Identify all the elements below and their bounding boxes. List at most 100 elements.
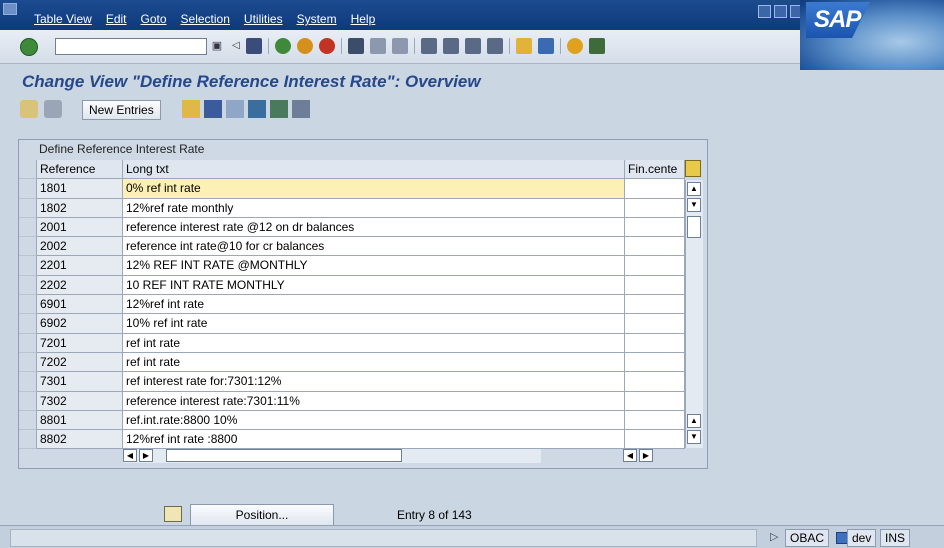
horizontal-scrollbar[interactable]: ◀ ▶	[123, 449, 541, 463]
scroll-right-icon[interactable]: ▶	[139, 449, 153, 462]
table-row[interactable]: 7302 reference interest rate:7301:11%	[19, 391, 685, 411]
long-text-cell[interactable]: 0% ref int rate	[123, 179, 625, 199]
column-scrollbar[interactable]: ◀ ▶	[623, 449, 657, 463]
menu-system[interactable]: System	[297, 12, 337, 26]
maximize-icon[interactable]	[774, 5, 787, 18]
long-text-cell[interactable]: reference interest rate @12 on dr balanc…	[123, 217, 625, 238]
next-page-icon[interactable]	[465, 38, 481, 54]
long-text-cell[interactable]: ref int rate	[123, 352, 625, 373]
scroll-left-icon[interactable]: ◀	[123, 449, 137, 462]
menu-goto[interactable]: Goto	[141, 12, 167, 26]
table-row[interactable]: 8802 12%ref int rate :8800	[19, 430, 685, 450]
row-select-button[interactable]	[19, 352, 37, 373]
menu-table-view[interactable]: Table View	[34, 12, 92, 26]
table-row[interactable]: 8801 ref.int.rate:8800 10%	[19, 410, 685, 431]
table-row[interactable]: 6901 12%ref int rate	[19, 295, 685, 315]
back-icon[interactable]	[275, 38, 291, 54]
fin-center-cell[interactable]	[625, 314, 685, 334]
insert-mode[interactable]: INS	[880, 529, 911, 547]
deselect-all-icon[interactable]	[292, 100, 310, 118]
column-header-reference[interactable]: Reference	[37, 160, 123, 180]
copy-as-icon[interactable]	[182, 100, 200, 118]
menu-selection[interactable]: Selection	[181, 12, 230, 26]
long-text-cell[interactable]: 12%ref int rate :8800	[123, 430, 625, 450]
table-row[interactable]: 7202 ref int rate	[19, 352, 685, 373]
scroll-down-icon[interactable]: ▼	[687, 198, 701, 212]
find-next-icon[interactable]	[392, 38, 408, 54]
table-row[interactable]: 1802 12%ref rate monthly	[19, 198, 685, 218]
table-row[interactable]: 7201 ref int rate	[19, 333, 685, 353]
scroll-left-icon[interactable]: ◀	[623, 449, 637, 462]
fin-center-cell[interactable]	[625, 391, 685, 411]
column-header-fin-center[interactable]: Fin.cente	[625, 160, 685, 180]
table-row[interactable]: 6902 10% ref int rate	[19, 314, 685, 334]
row-select-button[interactable]	[19, 314, 37, 334]
last-page-icon[interactable]	[487, 38, 503, 54]
row-select-button[interactable]	[19, 333, 37, 353]
scroll-down-icon[interactable]: ▼	[687, 430, 701, 444]
row-select-button[interactable]	[19, 198, 37, 218]
menu-utilities[interactable]: Utilities	[244, 12, 283, 26]
fin-center-cell[interactable]	[625, 237, 685, 257]
fin-center-cell[interactable]	[625, 179, 685, 199]
print-icon[interactable]	[348, 38, 364, 54]
vertical-scrollbar[interactable]: ▲ ▼ ▲ ▼	[685, 180, 703, 448]
row-select-button[interactable]	[19, 372, 37, 392]
layout-menu-icon[interactable]	[589, 38, 605, 54]
find-icon[interactable]	[370, 38, 386, 54]
row-select-button[interactable]	[19, 430, 37, 450]
fin-center-cell[interactable]	[625, 333, 685, 353]
long-text-cell[interactable]: 12% REF INT RATE @MONTHLY	[123, 256, 625, 276]
select-block-icon[interactable]	[270, 100, 288, 118]
row-select-button[interactable]	[19, 217, 37, 238]
fin-center-cell[interactable]	[625, 295, 685, 315]
table-row[interactable]: 2201 12% REF INT RATE @MONTHLY	[19, 256, 685, 276]
row-select-button[interactable]	[19, 237, 37, 257]
back-arrow-icon[interactable]: ◁	[232, 38, 240, 54]
table-row[interactable]: 2202 10 REF INT RATE MONTHLY	[19, 275, 685, 296]
long-text-cell[interactable]: ref interest rate for:7301:12%	[123, 372, 625, 392]
fin-center-cell[interactable]	[625, 372, 685, 392]
table-row[interactable]: 1801 0% ref int rate	[19, 179, 685, 199]
find-icon[interactable]	[44, 100, 62, 118]
long-text-cell[interactable]: 10% ref int rate	[123, 314, 625, 334]
table-row[interactable]: 2002 reference int rate@10 for cr balance…	[19, 237, 685, 257]
fin-center-cell[interactable]	[625, 430, 685, 450]
previous-page-icon[interactable]	[443, 38, 459, 54]
status-expand-icon[interactable]: ▷	[770, 530, 778, 543]
edit-display-icon[interactable]	[20, 100, 38, 118]
exit-icon[interactable]	[297, 38, 313, 54]
command-history-icon[interactable]: ▣	[206, 38, 228, 55]
column-header-long-text[interactable]: Long txt	[123, 160, 625, 180]
long-text-cell[interactable]: 12%ref int rate	[123, 295, 625, 315]
row-select-button[interactable]	[19, 275, 37, 296]
table-row[interactable]: 2001 reference interest rate @12 on dr ba…	[19, 217, 685, 238]
command-field[interactable]	[55, 38, 207, 55]
fin-center-cell[interactable]	[625, 256, 685, 276]
undo-change-icon[interactable]	[226, 100, 244, 118]
fin-center-cell[interactable]	[625, 217, 685, 238]
fin-center-cell[interactable]	[625, 410, 685, 431]
scroll-up-icon[interactable]: ▲	[687, 414, 701, 428]
shortcut-icon[interactable]	[538, 38, 554, 54]
scroll-up-icon[interactable]: ▲	[687, 182, 701, 196]
create-session-icon[interactable]	[516, 38, 532, 54]
position-button[interactable]: Position...	[190, 504, 334, 526]
scroll-right-icon[interactable]: ▶	[639, 449, 653, 462]
menu-help[interactable]: Help	[351, 12, 376, 26]
horizontal-scroll-thumb[interactable]	[166, 449, 402, 462]
minimize-icon[interactable]	[758, 5, 771, 18]
fin-center-cell[interactable]	[625, 275, 685, 296]
save-icon[interactable]	[246, 38, 262, 54]
first-page-icon[interactable]	[421, 38, 437, 54]
enter-icon[interactable]	[20, 38, 38, 56]
long-text-cell[interactable]: ref int rate	[123, 333, 625, 353]
delete-icon[interactable]	[204, 100, 222, 118]
fin-center-cell[interactable]	[625, 352, 685, 373]
column-settings-icon[interactable]	[685, 160, 701, 177]
table-row[interactable]: 7301 ref interest rate for:7301:12%	[19, 372, 685, 392]
long-text-cell[interactable]: reference interest rate:7301:11%	[123, 391, 625, 411]
long-text-cell[interactable]: 10 REF INT RATE MONTHLY	[123, 275, 625, 296]
row-select-button[interactable]	[19, 256, 37, 276]
new-entries-button[interactable]: New Entries	[82, 100, 161, 120]
